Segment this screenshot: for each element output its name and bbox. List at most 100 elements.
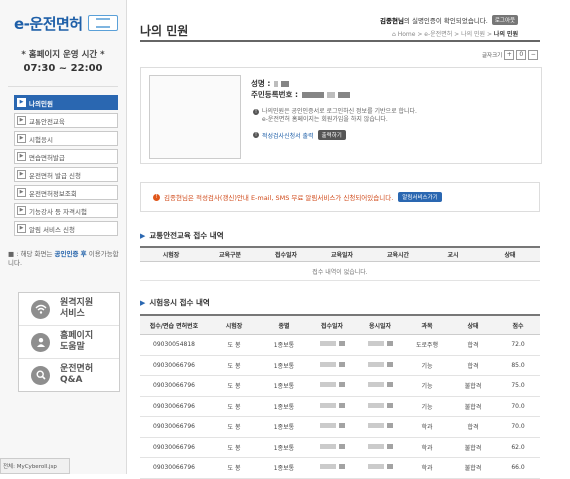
breadcrumb-item[interactable]: 나의 민원 <box>461 31 485 38</box>
sidebar-menu-item[interactable]: ▶ 교통안전교육 <box>14 113 118 128</box>
registered-date-cell <box>308 355 356 376</box>
exam-date-cell <box>356 457 404 479</box>
text-size-decrease-button[interactable]: − <box>528 50 539 60</box>
sidebar-menu-label: 기능강사 등 자격시험 <box>29 207 87 216</box>
print-label: 적성검사신청서 출력 <box>262 132 314 140</box>
masked-name <box>274 80 279 87</box>
license-type-cell: 1종보통 <box>260 334 308 356</box>
quick-link-qa[interactable]: 운전면허 Q&A <box>19 359 119 391</box>
exam-table-header: 접수/면습 면허번호 시험장 종별 접수일자 응시일자 과목 상태 점수 <box>140 314 540 335</box>
home-icon[interactable]: ⌂ <box>392 31 396 38</box>
quick-link-line1: 원격지원 <box>60 298 94 308</box>
score-cell: 70.0 <box>496 396 540 417</box>
sidebar-menu-item[interactable]: ▶ 면습면허발급 <box>14 149 118 164</box>
site-logo[interactable]: e-운전면허 <box>14 9 118 37</box>
masked-date <box>338 464 345 470</box>
notification-alert: ! 김종현님은 적성검사(갱신)안내 E-mail, SMS 무료 알림서비스가… <box>140 182 540 212</box>
sidebar-menu-label: 운전면허 발급 신청 <box>29 171 81 180</box>
license-number-cell: 09030066796 <box>140 437 208 458</box>
hours-label: * 홈페이지 운영 시간 * <box>21 50 105 60</box>
subject-cell: 학과 <box>404 437 450 458</box>
score-cell: 72.0 <box>496 334 540 356</box>
quick-link-line1: 홈페이지 <box>60 331 94 341</box>
masked-date <box>338 341 345 347</box>
welcome-message: 김종현님 의 실명인증이 확인되었습니다. 로그아웃 <box>380 15 519 25</box>
breadcrumb-item[interactable]: e-운전면허 <box>424 31 452 38</box>
status-cell: 합격 <box>450 416 496 438</box>
masked-date <box>338 443 345 449</box>
text-size-reset-button[interactable]: 0 <box>516 50 527 60</box>
license-type-cell: 1종보통 <box>260 416 308 438</box>
profile-note-2: e-운전면허 홈페이지는 회원가입을 하지 않습니다. <box>262 116 388 123</box>
column-header: 시험장 <box>140 246 202 262</box>
note-prefix: ■ : 해당 화면는 <box>8 250 55 258</box>
score-cell: 75.0 <box>496 375 540 397</box>
sidebar-menu-label: 시험응시 <box>29 135 53 144</box>
subject-cell: 기능 <box>404 375 450 397</box>
column-header: 접수일자 <box>258 246 314 262</box>
browser-status-bar: 전체: MyCyberoll.jsp <box>0 458 70 474</box>
exam-site-cell: 도 봉 <box>208 396 260 417</box>
license-number-cell: 09030066796 <box>140 457 208 479</box>
sidebar-menu-item[interactable]: ▶ 알림 서비스 신청 <box>14 221 118 236</box>
status-cell: 합격 <box>450 355 496 376</box>
status-cell: 불합격 <box>450 437 496 458</box>
masked-id <box>302 91 325 98</box>
subject-cell: 학과 <box>404 457 450 479</box>
logout-button[interactable]: 로그아웃 <box>491 15 519 25</box>
bullet-arrow-icon: ▶ <box>140 231 146 240</box>
sidebar: e-운전면허 * 홈페이지 운영 시간 * 07:30 ~ 22:00 ▶ 나의민… <box>0 0 127 474</box>
registered-date-cell <box>308 416 356 438</box>
education-section-title: ▶ 교통안전교육 접수 내역 <box>140 230 224 241</box>
masked-id <box>338 91 351 98</box>
masked-date <box>319 402 336 408</box>
license-type-cell: 1종보통 <box>260 396 308 417</box>
table-row: 09030066796 도 봉 1종보통 학과 합격 70.0 <box>140 416 540 438</box>
column-header: 교시 <box>426 246 480 262</box>
masked-date <box>386 382 393 388</box>
alert-service-button[interactable]: 알림서비스가기 <box>398 192 442 202</box>
score-cell: 85.0 <box>496 355 540 376</box>
text-size-increase-button[interactable]: + <box>504 50 515 60</box>
sidebar-menu-label: 나의민원 <box>29 99 53 108</box>
table-row: 09030066796 도 봉 1종보통 기능 불합격 70.0 <box>140 396 540 417</box>
operating-hours: * 홈페이지 운영 시간 * 07:30 ~ 22:00 <box>0 48 126 76</box>
masked-date <box>386 443 393 449</box>
masked-date <box>386 361 393 367</box>
logo-text: e-운전면허 <box>14 14 83 33</box>
profile-photo <box>149 75 241 159</box>
sidebar-menu-item[interactable]: ▶ 운전면허정보조회 <box>14 185 118 200</box>
exam-site-cell: 도 봉 <box>208 457 260 479</box>
score-cell: 66.0 <box>496 457 540 479</box>
sidebar-menu: ▶ 나의민원 ▶ 교통안전교육 ▶ 시험응시 ▶ 면습면허발급 ▶ 운전면허 발급 신청 ▶ 운전면허… <box>14 95 118 239</box>
user-name: 김종현님 <box>380 17 404 25</box>
exam-table: 접수/면습 면허번호 시험장 종별 접수일자 응시일자 과목 상태 점수 0903005481… <box>140 314 540 479</box>
score-cell: 70.0 <box>496 416 540 438</box>
sidebar-menu-item[interactable]: ▶ 운전면허 발급 신청 <box>14 167 118 182</box>
column-header: 시험장 <box>208 314 260 335</box>
table-row: 09030054818 도 봉 1종보통 도로주행 합격 72.0 <box>140 334 540 356</box>
exam-date-cell <box>356 416 404 438</box>
sidebar-menu-item[interactable]: ▶ 기능강사 등 자격시험 <box>14 203 118 218</box>
profile-info: 성명 : 주민등록번호 : <box>251 78 353 100</box>
masked-date <box>319 341 336 347</box>
quick-links: 원격지원 서비스 홈페이지 도움말 운전면허 Q&A <box>18 292 120 392</box>
breadcrumb: ⌂ Home > e-운전면허 > 나의 민원 > 나의 민원 <box>392 31 519 38</box>
divider <box>8 86 118 87</box>
subject-cell: 기능 <box>404 396 450 417</box>
education-table-header: 시험장 교육구분 접수일자 교육일자 교육시간 교시 상태 <box>140 246 540 262</box>
sidebar-menu-item[interactable]: ▶ 나의민원 <box>14 95 118 110</box>
name-label: 성명 : <box>251 79 271 88</box>
quick-link-help[interactable]: 홈페이지 도움말 <box>19 326 119 359</box>
exam-date-cell <box>356 334 404 356</box>
table-row: 09030066796 도 봉 1종보통 기능 합격 85.0 <box>140 355 540 376</box>
quick-link-remote-support[interactable]: 원격지원 서비스 <box>19 293 119 326</box>
masked-date <box>338 423 345 429</box>
sidebar-menu-item[interactable]: ▶ 시험응시 <box>14 131 118 146</box>
chevron-right-icon: ▶ <box>17 170 26 179</box>
breadcrumb-item[interactable]: Home <box>398 31 416 38</box>
print-button[interactable]: 출력하기 <box>317 130 346 140</box>
chevron-right-icon: ▶ <box>17 98 26 107</box>
masked-date <box>319 361 336 367</box>
masked-date <box>386 402 393 408</box>
